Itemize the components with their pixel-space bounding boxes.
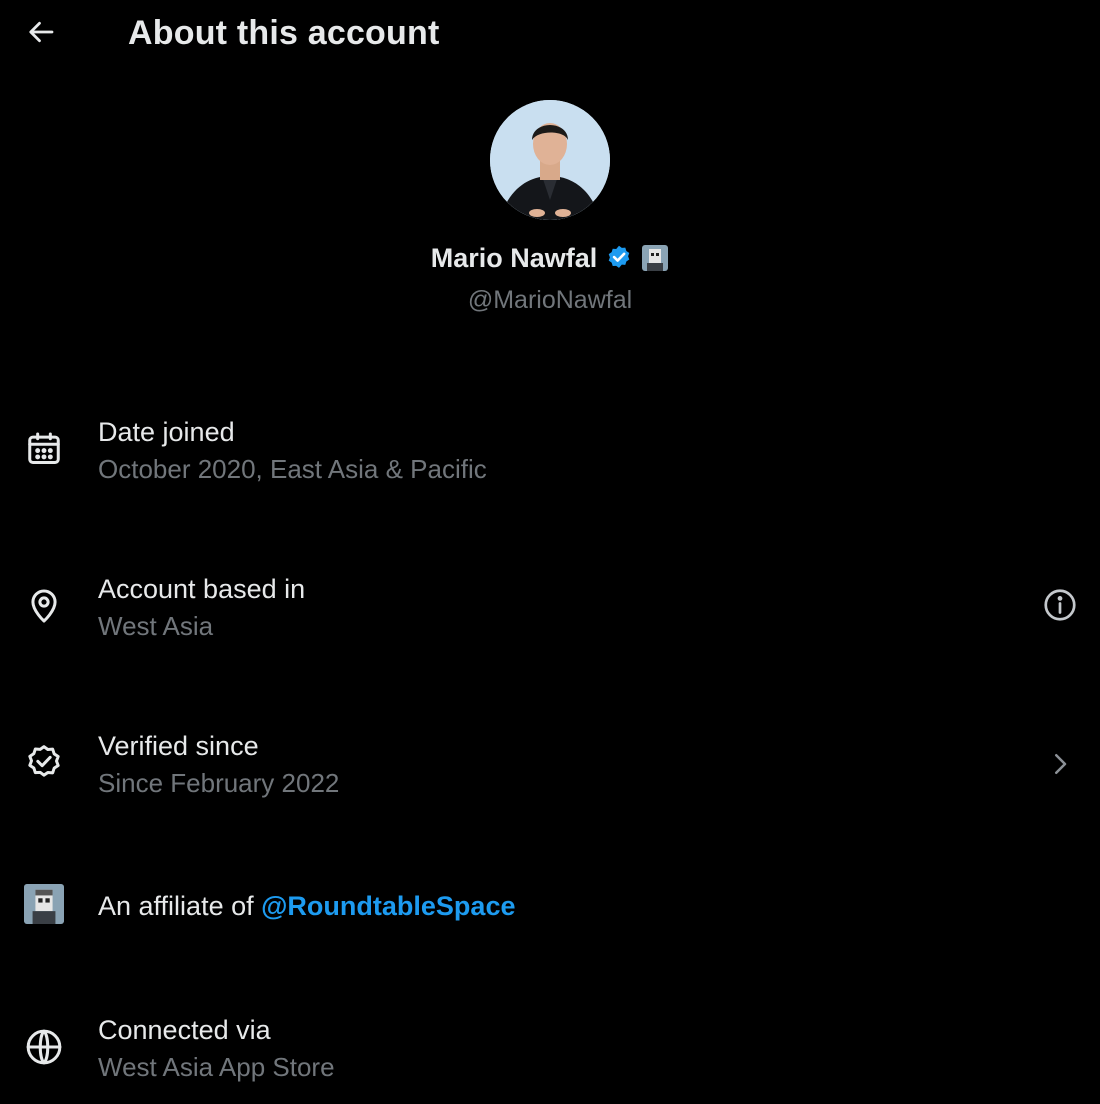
- row-affiliate: An affiliate of @RoundtableSpace: [0, 882, 1100, 932]
- arrow-left-icon: [29, 21, 54, 43]
- row-text: Verified since Since February 2022: [98, 728, 339, 801]
- header: About this account: [0, 0, 1100, 70]
- row-text: Account based in West Asia: [98, 571, 305, 644]
- row-value: West Asia: [98, 611, 214, 641]
- row-date-joined: Date joined October 2020, East Asia & Pa…: [0, 414, 1100, 494]
- verified-badge-icon: [608, 245, 630, 268]
- row-value: October 2020, East Asia & Pacific: [98, 454, 487, 484]
- username-handle: @MarioNawfal: [467, 286, 633, 314]
- chevron-right-icon: [1055, 754, 1067, 774]
- row-text: Date joined October 2020, East Asia & Pa…: [98, 414, 487, 487]
- row-verified-since[interactable]: Verified since Since February 2022: [0, 728, 1100, 808]
- row-account-based-in: Account based in West Asia: [0, 571, 1100, 651]
- location-pin-icon: [24, 586, 64, 626]
- page-title: About this account: [128, 14, 440, 52]
- affiliate-prefix: An affiliate of: [98, 891, 262, 921]
- globe-icon: [24, 1027, 64, 1067]
- row-text: An affiliate of @RoundtableSpace: [98, 888, 515, 924]
- avatar[interactable]: [490, 100, 610, 220]
- row-connected-via: Connected via West Asia App Store: [0, 1012, 1100, 1092]
- row-value: West Asia App Store: [98, 1052, 335, 1082]
- back-button[interactable]: [24, 14, 60, 50]
- row-label: Date joined: [98, 417, 235, 447]
- row-label: Connected via: [98, 1015, 271, 1045]
- row-label: An affiliate of @RoundtableSpace: [98, 888, 515, 924]
- row-label: Verified since: [98, 731, 259, 761]
- chevron-right-button[interactable]: [1040, 744, 1080, 784]
- affiliate-badge-icon[interactable]: [641, 244, 669, 272]
- avatar-image: [490, 100, 610, 220]
- display-name: Mario Nawfal: [430, 242, 598, 273]
- row-value: Since February 2022: [98, 768, 340, 798]
- row-label: Account based in: [98, 574, 306, 604]
- row-text: Connected via West Asia App Store: [98, 1012, 335, 1085]
- affiliate-avatar-icon[interactable]: [24, 884, 64, 924]
- verified-outline-icon: [24, 743, 64, 783]
- profile-summary: Mario Nawfal @MarioNawfal: [0, 100, 1100, 315]
- affiliate-link[interactable]: @RoundtableSpace: [261, 891, 515, 921]
- calendar-icon: [24, 429, 64, 469]
- info-icon: [1044, 589, 1076, 621]
- name-row: Mario Nawfal: [0, 240, 1100, 276]
- info-button[interactable]: [1040, 585, 1080, 625]
